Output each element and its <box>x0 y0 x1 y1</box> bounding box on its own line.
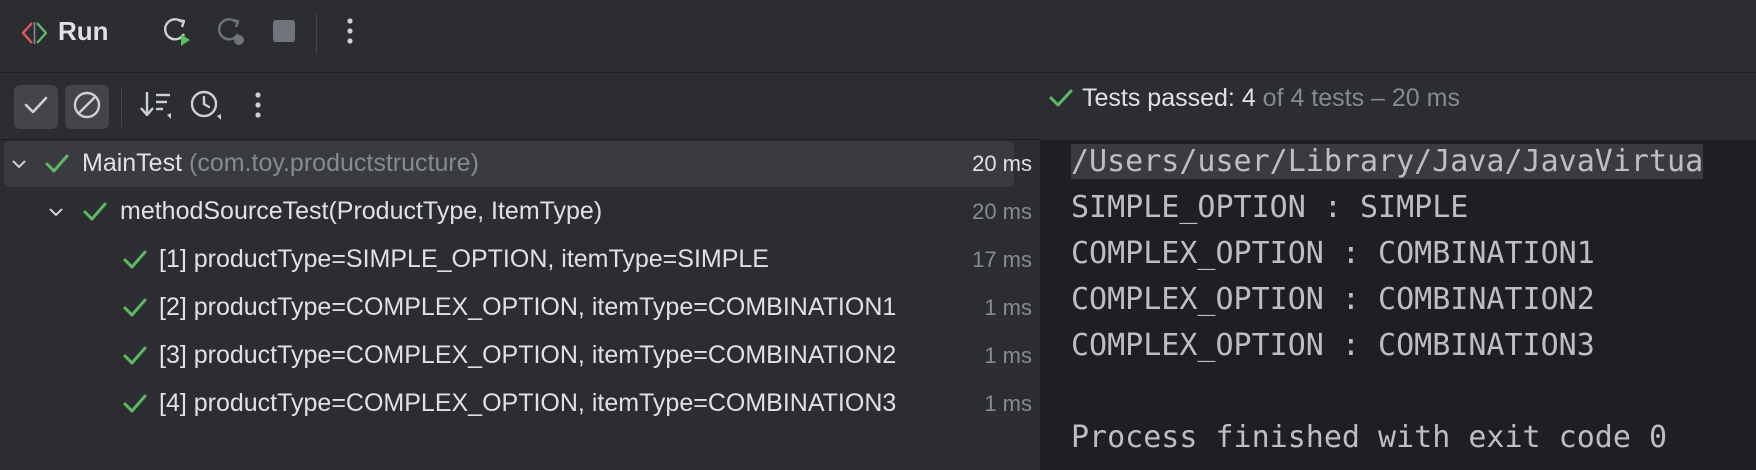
status-suffix: of 4 tests – 20 ms <box>1255 84 1460 112</box>
rerun-failed-button[interactable] <box>212 14 250 52</box>
passed-count: 4 <box>1241 84 1256 112</box>
test-duration: 1 ms <box>984 295 1032 320</box>
toolbar-divider <box>121 87 122 127</box>
ignored-icon <box>71 89 103 126</box>
passed-icon <box>122 296 148 320</box>
console-output[interactable]: /Users/user/Library/Java/JavaVirtua SIMP… <box>1041 140 1756 470</box>
rerun-button[interactable] <box>158 14 196 52</box>
show-passed-toggle[interactable] <box>14 85 58 129</box>
tree-node-case[interactable]: [2] productType=COMPLEX_OPTION, itemType… <box>0 285 1040 331</box>
stop-button[interactable] <box>265 14 303 52</box>
test-duration: 20 ms <box>972 151 1032 176</box>
class-name: MainTest <box>82 149 183 177</box>
more-options-button[interactable] <box>331 14 369 52</box>
console-line: Process finished with exit code 0 <box>1071 420 1668 455</box>
rerun-failed-icon <box>214 14 248 53</box>
checkmark-icon <box>23 94 49 121</box>
passed-icon <box>122 344 148 368</box>
rerun-icon <box>160 14 194 53</box>
console-line: COMPLEX_OPTION : COMBINATION1 <box>1071 236 1595 271</box>
more-vertical-icon <box>253 90 263 125</box>
console-line: COMPLEX_OPTION : COMBINATION2 <box>1071 282 1595 317</box>
sort-by-duration-button[interactable] <box>184 85 228 129</box>
console-line: /Users/user/Library/Java/JavaVirtua <box>1071 144 1704 179</box>
test-case-label: [3] productType=COMPLEX_OPTION, itemType… <box>159 341 897 369</box>
run-tool-icon <box>20 20 50 46</box>
sort-icon <box>139 89 173 126</box>
package-name: (com.toy.productstructure) <box>182 149 479 177</box>
passed-icon <box>82 200 108 224</box>
test-duration: 17 ms <box>972 247 1032 272</box>
test-options-button[interactable] <box>236 85 280 129</box>
sort-button[interactable] <box>134 85 178 129</box>
tree-node-root[interactable]: MainTest (com.toy.productstructure) 20 m… <box>0 141 1040 187</box>
tree-node-case[interactable]: [3] productType=COMPLEX_OPTION, itemType… <box>0 333 1040 379</box>
passed-icon <box>122 248 148 272</box>
tree-node-case[interactable]: [4] productType=COMPLEX_OPTION, itemType… <box>0 381 1040 427</box>
status-prefix: Tests passed: <box>1082 84 1242 112</box>
clock-icon <box>189 88 223 127</box>
tree-node-case[interactable]: [1] productType=SIMPLE_OPTION, itemType=… <box>0 237 1040 283</box>
console-line: COMPLEX_OPTION : COMBINATION3 <box>1071 328 1595 363</box>
test-case-label: [4] productType=COMPLEX_OPTION, itemType… <box>159 389 897 417</box>
tool-window-title: Run <box>58 16 109 46</box>
more-vertical-icon <box>345 16 355 51</box>
test-tree: MainTest (com.toy.productstructure) 20 m… <box>0 140 1040 470</box>
test-runner-toolbar <box>0 73 1040 140</box>
tree-node-method[interactable]: methodSourceTest(ProductType, ItemType) … <box>0 189 1040 235</box>
test-duration: 20 ms <box>972 199 1032 224</box>
chevron-down-icon[interactable] <box>47 203 65 221</box>
success-icon <box>1048 87 1074 116</box>
test-case-label: [1] productType=SIMPLE_OPTION, itemType=… <box>159 245 769 273</box>
stop-icon <box>271 18 297 49</box>
show-ignored-toggle[interactable] <box>65 85 109 129</box>
run-tool-window-header: Run <box>0 0 1756 73</box>
test-method-name: methodSourceTest(ProductType, ItemType) <box>120 197 603 225</box>
toolbar-divider <box>316 14 317 54</box>
chevron-down-icon[interactable] <box>10 155 28 173</box>
console-line: SIMPLE_OPTION : SIMPLE <box>1071 190 1469 225</box>
passed-icon <box>122 392 148 416</box>
passed-icon <box>44 152 70 176</box>
test-class-name: MainTest (com.toy.productstructure) <box>82 149 479 178</box>
test-status: Tests passed: 4 of 4 tests – 20 ms <box>1048 84 1460 116</box>
test-duration: 1 ms <box>984 343 1032 368</box>
test-case-label: [2] productType=COMPLEX_OPTION, itemType… <box>159 293 897 321</box>
test-duration: 1 ms <box>984 391 1032 416</box>
